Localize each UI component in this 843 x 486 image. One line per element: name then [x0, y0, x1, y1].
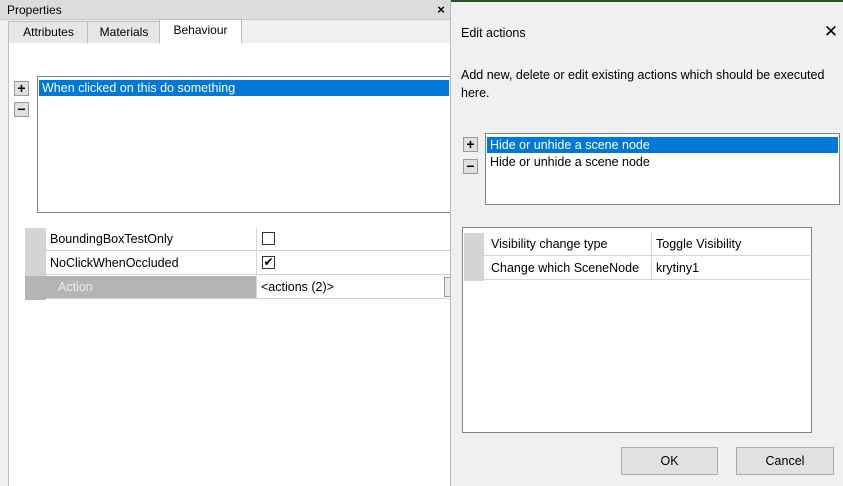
remove-behaviour-button[interactable]: − — [14, 102, 29, 117]
properties-title-bar: Properties × — [0, 0, 450, 20]
property-name: BoundingBoxTestOnly — [46, 228, 256, 251]
grid-row-change-which-scenenode: Change which SceneNode krytiny1 — [464, 257, 810, 281]
remove-action-button[interactable]: − — [463, 159, 478, 174]
grid-row-visibility-change-type: Visibility change type Toggle Visibility — [464, 233, 810, 257]
row-margin — [25, 228, 46, 252]
property-value-cell[interactable]: <actions (2)> ... — [256, 276, 465, 299]
row-margin — [464, 257, 484, 281]
ok-button[interactable]: OK — [621, 447, 718, 475]
property-name: NoClickWhenOccluded — [46, 252, 256, 275]
dialog-title: Edit actions — [461, 26, 526, 40]
property-name[interactable]: Change which SceneNode — [484, 257, 651, 280]
close-icon[interactable]: × — [433, 1, 449, 19]
tab-behaviour[interactable]: Behaviour — [159, 19, 242, 44]
property-name[interactable]: Visibility change type — [484, 233, 651, 256]
dialog-top-border — [451, 0, 843, 2]
list-item[interactable]: When clicked on this do something — [39, 80, 449, 96]
noclickwhenoccluded-checkbox[interactable]: ✔ — [262, 256, 275, 269]
dialog-description: Add new, delete or edit existing actions… — [461, 68, 825, 100]
property-value[interactable]: krytiny1 — [651, 257, 810, 280]
behaviour-list[interactable]: When clicked on this do something — [37, 76, 451, 213]
list-item[interactable]: Hide or unhide a scene node — [487, 137, 838, 153]
row-margin — [25, 276, 46, 300]
tab-attributes[interactable]: Attributes — [8, 21, 89, 44]
property-name[interactable]: Action — [46, 276, 256, 299]
row-margin — [25, 252, 46, 276]
tab-materials[interactable]: Materials — [87, 21, 161, 44]
properties-title: Properties — [7, 3, 62, 17]
properties-panel: Properties × Attributes Materials Behavi… — [0, 0, 465, 486]
property-value-cell: ✔ — [256, 252, 465, 275]
property-value[interactable]: Toggle Visibility — [651, 233, 810, 256]
row-margin — [464, 233, 484, 257]
action-value: <actions (2)> — [261, 280, 334, 294]
actions-list[interactable]: Hide or unhide a scene node Hide or unhi… — [485, 133, 840, 205]
boundingboxtestonly-checkbox[interactable] — [262, 232, 275, 245]
edit-actions-dialog: Edit actions ✕ Add new, delete or edit e… — [450, 0, 843, 486]
add-action-button[interactable]: + — [463, 137, 478, 152]
add-behaviour-button[interactable]: + — [14, 81, 29, 96]
cancel-button[interactable]: Cancel — [736, 447, 834, 475]
property-value-cell — [256, 228, 465, 251]
behaviour-tab-body: + − When clicked on this do something Bo… — [8, 43, 465, 486]
action-property-grid: Visibility change type Toggle Visibility… — [462, 227, 812, 433]
close-icon[interactable]: ✕ — [821, 20, 841, 44]
list-item[interactable]: Hide or unhide a scene node — [487, 154, 838, 170]
